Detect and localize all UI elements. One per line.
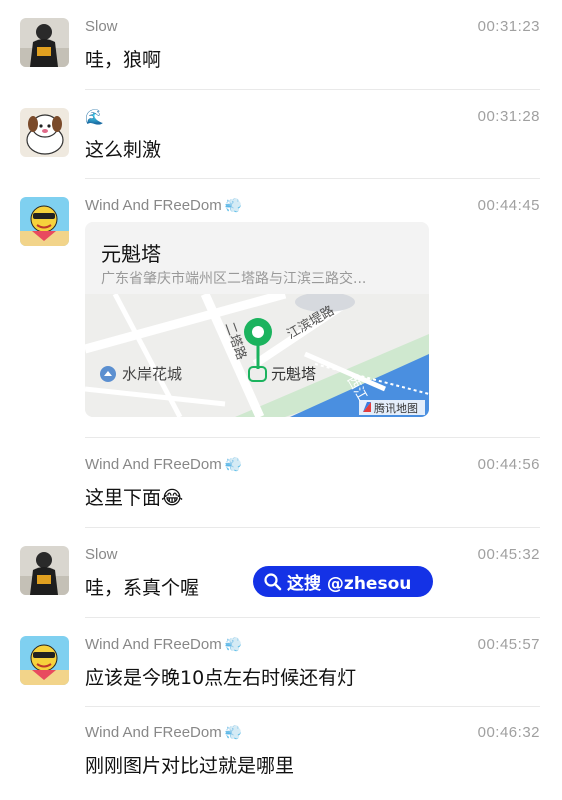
location-card[interactable]: 元魁塔 广东省肇庆市端州区二塔路与江滨三路交... 二塔路 江滨堤路 西江 水岸… <box>85 222 429 417</box>
wind-emoji-icon: 💨 <box>224 724 243 740</box>
search-icon <box>264 572 282 590</box>
divider <box>85 178 540 179</box>
map-pin-label: 元魁塔 <box>271 365 316 383</box>
sender-name: Wind And FReeDom 💨 <box>85 197 243 214</box>
timestamp: 00:45:57 <box>477 636 540 653</box>
message-text: 这么刺激 <box>85 139 162 161</box>
map-credit: 腾讯地图 <box>374 401 418 415</box>
map-poi-label: 水岸花城 <box>122 365 182 383</box>
message: Slow 00:31:23 哇，狼啊 <box>0 0 562 90</box>
timestamp: 00:31:28 <box>477 108 540 125</box>
laughing-emoji-icon: 😂 <box>161 487 184 509</box>
timestamp: 00:44:56 <box>477 456 540 473</box>
message-text: 这里下面😂 <box>85 487 184 509</box>
message-text: 哇，系真个喔 <box>85 577 200 599</box>
sender-name: Slow <box>85 546 118 563</box>
sender-name: Wind And FReeDom 💨 <box>85 456 243 473</box>
sender-name: Slow <box>85 18 118 35</box>
timestamp: 00:46:32 <box>477 724 540 741</box>
message: Wind And FReeDom 💨 00:46:32 刚刚图片对比过就是哪里 <box>0 706 562 800</box>
sender-name: Wind And FReeDom 💨 <box>85 724 243 741</box>
sender-name: 🌊 <box>85 109 104 126</box>
wind-emoji-icon: 💨 <box>224 456 243 472</box>
message-text: 应该是今晚10点左右时候还有灯 <box>85 667 357 689</box>
timestamp: 00:44:45 <box>477 197 540 214</box>
timestamp: 00:45:32 <box>477 546 540 563</box>
location-address: 广东省肇庆市端州区二塔路与江滨三路交... <box>101 271 367 287</box>
sender-name: Wind And FReeDom 💨 <box>85 636 243 653</box>
message-text: 哇，狼啊 <box>85 49 162 71</box>
message: Wind And FReeDom 💨 00:44:56 这里下面😂 <box>0 438 562 528</box>
wind-emoji-icon: 💨 <box>224 197 243 213</box>
avatar[interactable] <box>20 636 69 685</box>
avatar[interactable] <box>20 18 69 67</box>
wind-emoji-icon: 💨 <box>224 636 243 652</box>
location-title: 元魁塔 <box>101 242 161 266</box>
map-preview: 二塔路 江滨堤路 西江 水岸花城 元魁塔 腾讯地图 <box>85 289 429 417</box>
message-text: 刚刚图片对比过就是哪里 <box>85 755 295 777</box>
avatar[interactable] <box>20 197 69 246</box>
message: Wind And FReeDom 💨 00:45:57 应该是今晚10点左右时候还… <box>0 618 562 707</box>
avatar[interactable] <box>20 108 69 157</box>
avatar[interactable] <box>20 546 69 595</box>
timestamp: 00:31:23 <box>477 18 540 35</box>
message: 🌊 00:31:28 这么刺激 <box>0 90 562 180</box>
watermark-badge: 这搜 @zhesou <box>253 566 433 597</box>
